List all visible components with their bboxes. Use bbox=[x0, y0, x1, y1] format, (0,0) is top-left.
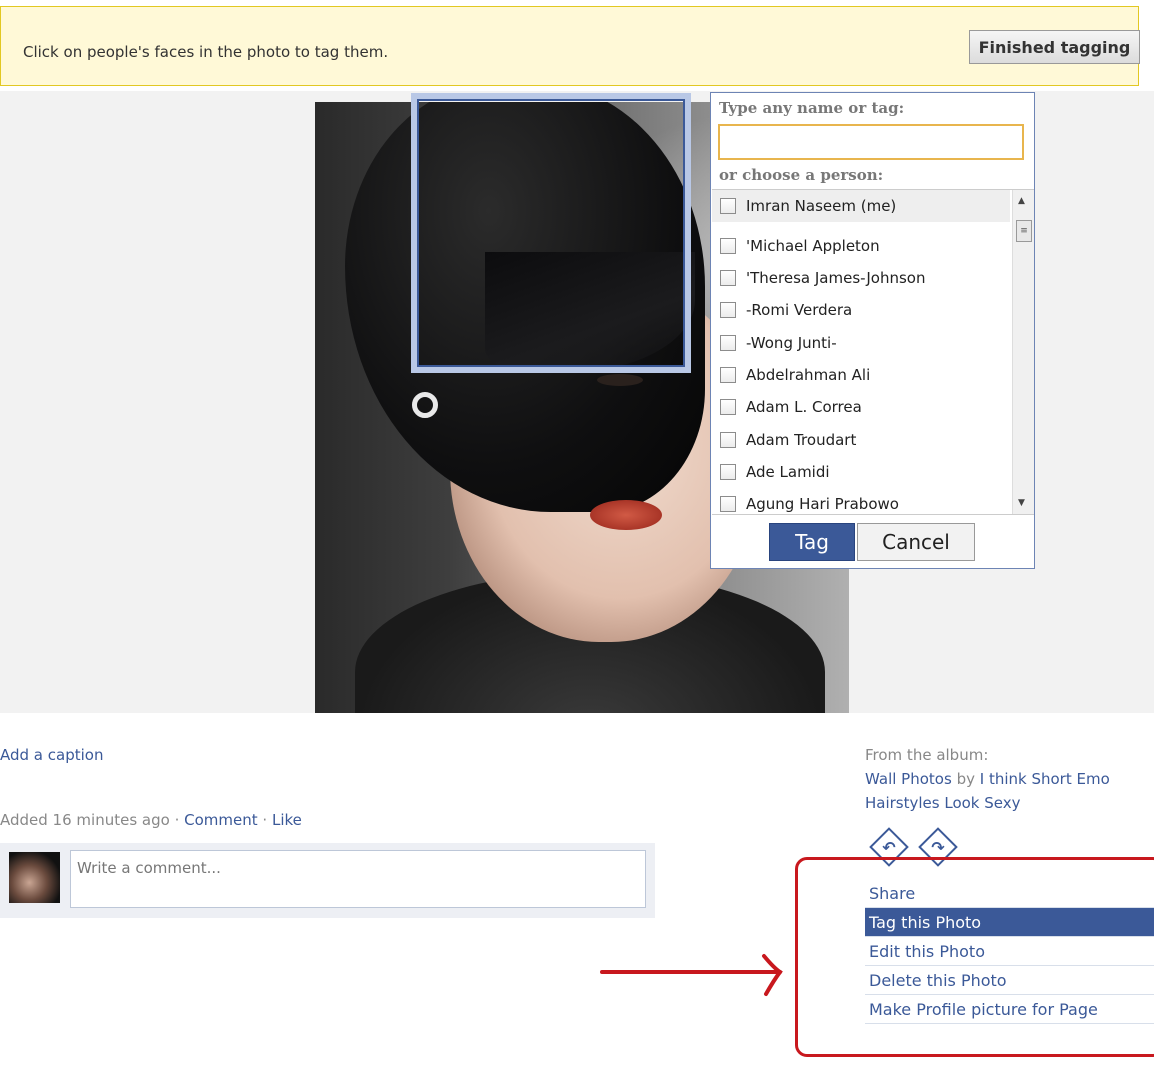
person-row[interactable]: Ade Lamidi bbox=[712, 456, 1010, 488]
person-row[interactable]: -Romi Verdera bbox=[712, 294, 1010, 326]
rotate-right-glyph: ↷ bbox=[931, 837, 945, 857]
annotation-arrow-icon bbox=[600, 954, 783, 996]
person-list[interactable]: Imran Naseem (me) 'Michael Appleton 'The… bbox=[712, 189, 1034, 515]
person-checkbox[interactable] bbox=[720, 335, 736, 351]
album-line: Wall Photos by I think Short Emo Hairsty… bbox=[865, 767, 1135, 815]
person-name: -Wong Junti- bbox=[746, 334, 837, 352]
album-from-label: From the album: bbox=[865, 746, 989, 764]
person-row[interactable]: Agung Hari Prabowo bbox=[712, 488, 1010, 514]
photo-eye bbox=[597, 374, 643, 386]
photo-earring bbox=[412, 392, 438, 418]
person-checkbox[interactable] bbox=[720, 399, 736, 415]
person-checkbox[interactable] bbox=[720, 198, 736, 214]
name-tag-input[interactable] bbox=[718, 124, 1024, 160]
person-checkbox[interactable] bbox=[720, 464, 736, 480]
album-by-text: by bbox=[956, 770, 975, 788]
person-name: Adam Troudart bbox=[746, 431, 857, 449]
person-name: Ade Lamidi bbox=[746, 463, 830, 481]
person-checkbox[interactable] bbox=[720, 496, 736, 512]
person-checkbox[interactable] bbox=[720, 270, 736, 286]
tag-selection-box[interactable] bbox=[411, 93, 691, 373]
album-info: From the album: Wall Photos by I think S… bbox=[865, 743, 1135, 815]
add-caption-link[interactable]: Add a caption bbox=[0, 746, 103, 764]
person-name: 'Michael Appleton bbox=[746, 237, 880, 255]
tag-popup: Type any name or tag: or choose a person… bbox=[710, 92, 1035, 569]
choose-person-label: or choose a person: bbox=[719, 166, 884, 184]
person-name: Adam L. Correa bbox=[746, 398, 862, 416]
person-row[interactable]: Adam Troudart bbox=[712, 424, 1010, 456]
person-name: Agung Hari Prabowo bbox=[746, 495, 899, 513]
finished-tagging-button[interactable]: Finished tagging bbox=[969, 30, 1140, 64]
scroll-down-icon[interactable]: ▼ bbox=[1018, 498, 1025, 508]
avatar bbox=[9, 852, 60, 903]
annotation-highlight-box bbox=[795, 857, 1154, 1057]
person-row[interactable]: Adam L. Correa bbox=[712, 391, 1010, 423]
person-name: Abdelrahman Ali bbox=[746, 366, 871, 384]
person-checkbox[interactable] bbox=[720, 367, 736, 383]
rotate-left-glyph: ↶ bbox=[882, 837, 896, 857]
cancel-button[interactable]: Cancel bbox=[857, 523, 975, 561]
scroll-up-icon[interactable]: ▲ bbox=[1018, 196, 1025, 206]
like-link[interactable]: Like bbox=[272, 811, 302, 829]
person-row[interactable]: Abdelrahman Ali bbox=[712, 359, 1010, 391]
scroll-thumb[interactable]: ≡ bbox=[1016, 220, 1032, 242]
person-row[interactable]: 'Theresa James-Johnson bbox=[712, 262, 1010, 294]
person-name: -Romi Verdera bbox=[746, 301, 853, 319]
meta-separator: · bbox=[262, 811, 268, 829]
tag-button[interactable]: Tag bbox=[769, 523, 855, 561]
photo-lips bbox=[590, 500, 662, 530]
album-link[interactable]: Wall Photos bbox=[865, 770, 952, 788]
person-row[interactable]: -Wong Junti- bbox=[712, 327, 1010, 359]
photo-meta-line: Added 16 minutes ago · Comment · Like bbox=[0, 811, 302, 829]
person-checkbox[interactable] bbox=[720, 302, 736, 318]
name-field-label: Type any name or tag: bbox=[719, 99, 905, 117]
meta-separator: · bbox=[174, 811, 180, 829]
comment-link[interactable]: Comment bbox=[184, 811, 258, 829]
tag-selection-inner bbox=[417, 99, 685, 367]
person-row[interactable]: 'Michael Appleton bbox=[712, 230, 1010, 262]
comment-input[interactable]: Write a comment... bbox=[70, 850, 646, 908]
person-name: 'Theresa James-Johnson bbox=[746, 269, 926, 287]
person-checkbox[interactable] bbox=[720, 238, 736, 254]
added-timestamp: Added 16 minutes ago bbox=[0, 811, 170, 829]
person-name: Imran Naseem (me) bbox=[746, 197, 897, 215]
comment-box: Write a comment... bbox=[0, 843, 655, 918]
person-row[interactable]: Imran Naseem (me) bbox=[712, 190, 1010, 222]
person-list-scrollbar[interactable]: ▲ ≡ ▼ bbox=[1012, 190, 1034, 514]
tagging-instructions: Click on people's faces in the photo to … bbox=[23, 43, 389, 61]
person-checkbox[interactable] bbox=[720, 432, 736, 448]
